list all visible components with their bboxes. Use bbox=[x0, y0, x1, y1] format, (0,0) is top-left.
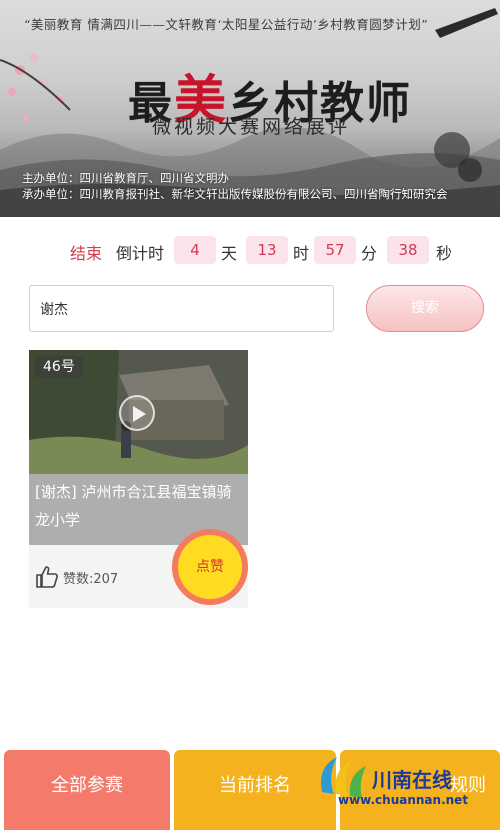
countdown-seconds: 38 bbox=[387, 236, 429, 264]
nav-all-entries[interactable]: 全部参赛 bbox=[4, 750, 170, 830]
countdown-label: 倒计时 bbox=[116, 244, 165, 263]
entry-card[interactable]: 46号 [谢杰] 泸州市合江县福宝镇骑龙小学 赞数:207 点赞 bbox=[29, 350, 248, 608]
countdown-hours-unit: 时 bbox=[293, 244, 310, 263]
countdown-status: 结束 bbox=[70, 244, 103, 263]
countdown-minutes-unit: 分 bbox=[361, 244, 378, 263]
like-button[interactable]: 点赞 bbox=[172, 529, 248, 605]
entry-number-badge: 46号 bbox=[35, 356, 83, 378]
header-banner: “美丽教育 情满四川——文轩教育‘太阳星公益行动’乡村教育圆梦计划” 最美乡村教… bbox=[0, 0, 500, 217]
watermark-url: www.chuannan.net bbox=[338, 793, 469, 807]
search-input[interactable] bbox=[29, 285, 334, 332]
thumbs-up-icon bbox=[36, 566, 58, 588]
countdown-hours: 13 bbox=[246, 236, 288, 264]
banner-host-text: 主办单位：四川省教育厅、四川省文明办 bbox=[22, 171, 229, 185]
video-thumbnail[interactable]: 46号 bbox=[29, 350, 248, 474]
countdown-days: 4 bbox=[174, 236, 216, 264]
countdown-days-unit: 天 bbox=[221, 244, 238, 263]
countdown-minutes: 57 bbox=[314, 236, 356, 264]
banner-organizer-text: 承办单位：四川教育报刊社、新华文轩出版传媒股份有限公司、四川省陶行知研究会 bbox=[22, 187, 448, 201]
countdown-seconds-unit: 秒 bbox=[436, 244, 453, 263]
vote-count: 赞数:207 bbox=[63, 572, 119, 587]
countdown-bar: 结束 倒计时 4 天 13 时 57 分 38 秒 bbox=[0, 236, 500, 266]
watermark-name: 川南在线 bbox=[372, 768, 452, 792]
play-icon[interactable] bbox=[119, 395, 155, 431]
search-button[interactable]: 搜索 bbox=[366, 285, 484, 332]
banner-subtitle: 微视频大赛网络展评 bbox=[152, 116, 351, 138]
banner-slogan: “美丽教育 情满四川——文轩教育‘太阳星公益行动’乡村教育圆梦计划” bbox=[24, 17, 429, 32]
site-watermark: 川南在线 www.chuannan.net bbox=[310, 750, 500, 820]
